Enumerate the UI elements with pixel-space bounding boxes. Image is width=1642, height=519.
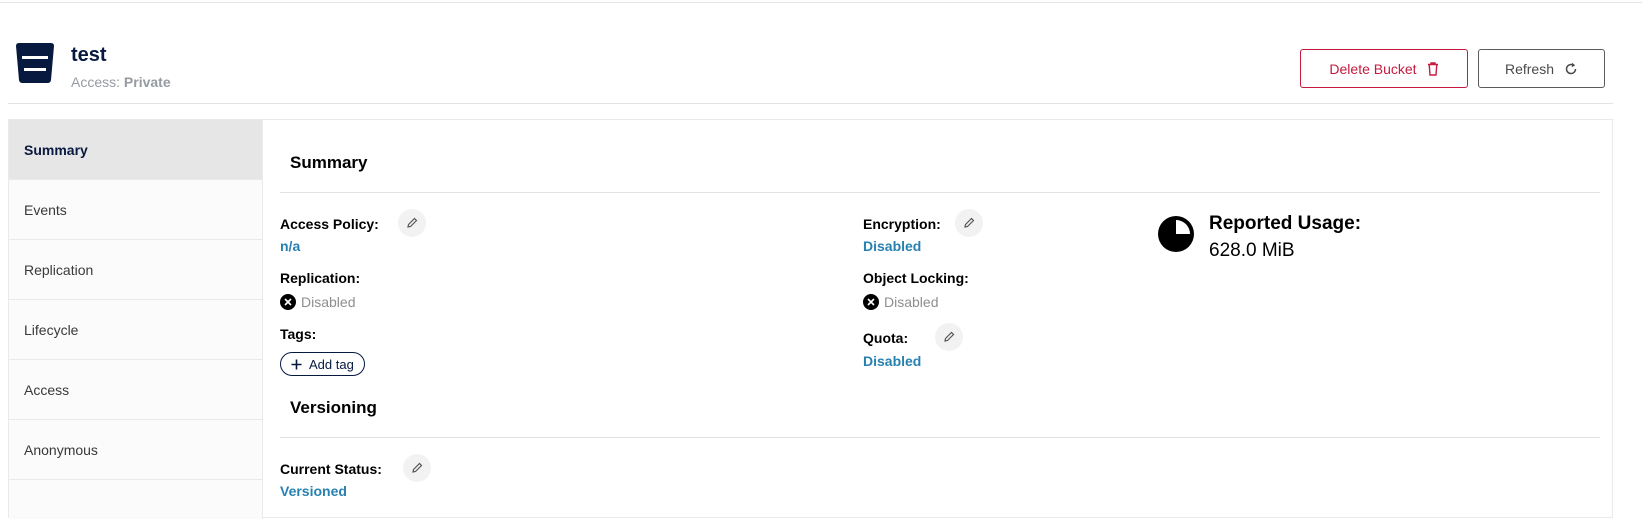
access-policy-value[interactable]: n/a [280, 238, 300, 254]
edit-encryption-button[interactable] [955, 209, 983, 237]
bucket-sidebar: Summary Events Replication Lifecycle Acc… [9, 120, 263, 519]
summary-content: Summary Access Policy: n/a Replication: … [264, 120, 1612, 519]
versioning-divider [280, 437, 1600, 438]
versioning-title: Versioning [290, 398, 377, 417]
usage-pie-icon [1158, 216, 1194, 252]
sidebar-item-access[interactable]: Access [9, 360, 262, 420]
delete-bucket-button[interactable]: Delete Bucket [1300, 49, 1468, 88]
replication-status: Disabled [280, 294, 355, 310]
sidebar-item-summary[interactable]: Summary [9, 120, 262, 180]
sidebar-item-lifecycle[interactable]: Lifecycle [9, 300, 262, 360]
delete-bucket-label: Delete Bucket [1329, 60, 1417, 77]
encryption-value[interactable]: Disabled [863, 238, 921, 254]
bucket-details-panel: Summary Events Replication Lifecycle Acc… [8, 119, 1613, 519]
tags-label: Tags: [280, 326, 317, 342]
pencil-icon [407, 217, 418, 228]
reported-usage-label: Reported Usage: [1209, 213, 1362, 234]
edit-access-policy-button[interactable] [398, 209, 426, 237]
header-divider [8, 103, 1613, 104]
object-locking-status: Disabled [863, 294, 938, 310]
quota-label: Quota: [863, 330, 909, 346]
reported-usage-value: 628.0 MiB [1209, 240, 1295, 261]
disabled-x-icon [280, 294, 296, 310]
access-value: Private [123, 74, 171, 90]
pencil-icon [412, 462, 423, 473]
sidebar-item-replication[interactable]: Replication [9, 240, 262, 300]
current-status-label: Current Status: [280, 461, 382, 477]
current-status-value[interactable]: Versioned [280, 483, 347, 499]
bucket-icon [16, 43, 54, 83]
refresh-icon [1565, 62, 1577, 74]
access-policy-label: Access Policy: [280, 216, 379, 232]
refresh-button[interactable]: Refresh [1478, 49, 1605, 88]
summary-divider [280, 192, 1600, 193]
plus-icon [291, 359, 302, 369]
object-locking-value: Disabled [884, 294, 939, 310]
pencil-icon [944, 331, 955, 342]
bucket-name: test [71, 44, 107, 66]
top-divider [0, 2, 1642, 3]
edit-quota-button[interactable] [935, 323, 963, 351]
pencil-icon [964, 217, 975, 228]
refresh-label: Refresh [1504, 60, 1555, 77]
sidebar-item-anonymous[interactable]: Anonymous [9, 420, 262, 480]
quota-value[interactable]: Disabled [863, 353, 921, 369]
object-locking-label: Object Locking: [863, 270, 969, 286]
replication-value: Disabled [301, 294, 356, 310]
bucket-access: Access: Private [71, 74, 171, 90]
disabled-x-icon [863, 294, 879, 310]
summary-title: Summary [290, 153, 368, 172]
replication-label: Replication: [280, 270, 361, 286]
sidebar-item-events[interactable]: Events [9, 180, 262, 240]
add-tag-button[interactable]: Add tag [280, 352, 365, 376]
trash-icon [1427, 61, 1438, 76]
add-tag-label: Add tag [309, 356, 354, 372]
encryption-label: Encryption: [863, 216, 941, 232]
access-label: Access: [71, 74, 121, 90]
edit-versioning-button[interactable] [403, 454, 431, 482]
